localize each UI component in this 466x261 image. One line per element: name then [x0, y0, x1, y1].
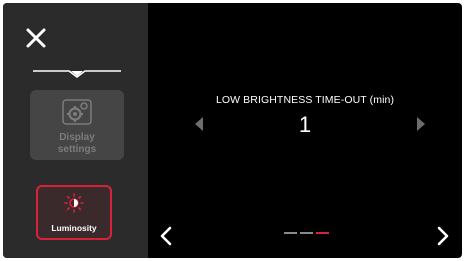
screen: Display settings Luminosity LOW BRIGHTNE…	[3, 3, 462, 258]
luminosity-label: Luminosity	[51, 223, 97, 233]
luminosity-tile[interactable]: Luminosity	[36, 185, 112, 240]
brightness-icon	[64, 193, 84, 213]
setting-title: LOW BRIGHTNESS TIME-OUT (min)	[215, 94, 395, 106]
close-icon	[26, 28, 46, 48]
gear-icon	[62, 99, 92, 125]
increase-value-button[interactable]	[417, 117, 425, 131]
next-page-button[interactable]	[436, 225, 450, 247]
chevron-left-icon	[160, 226, 172, 246]
setting-value: 1	[298, 112, 312, 137]
previous-page-button[interactable]	[159, 225, 173, 247]
page-indicator	[284, 232, 329, 235]
page-dot-2	[300, 232, 313, 234]
page-dot-1	[284, 232, 297, 234]
sidebar: Display settings Luminosity	[3, 3, 148, 258]
display-settings-label: Display settings	[57, 132, 97, 155]
sidebar-divider	[33, 70, 121, 78]
close-button[interactable]	[25, 27, 47, 49]
display-settings-tile[interactable]: Display settings	[30, 90, 124, 160]
chevron-right-icon	[437, 226, 449, 246]
page-dot-3	[316, 232, 329, 234]
